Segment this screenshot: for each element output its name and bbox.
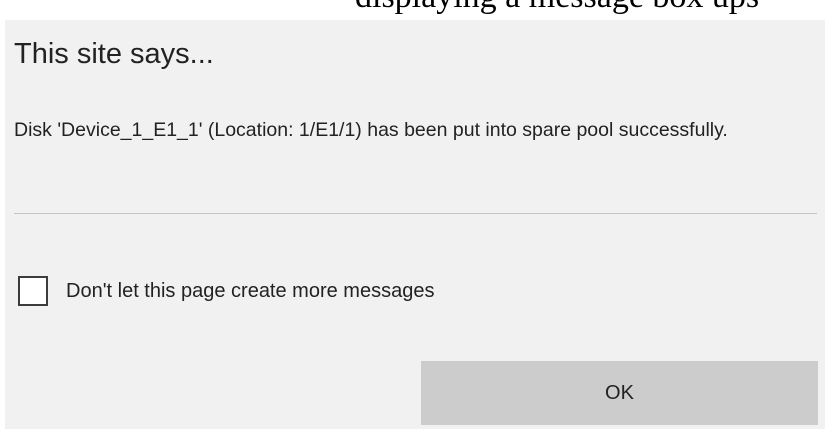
dialog-divider [14,213,817,214]
suppress-messages-checkbox[interactable] [18,276,48,306]
ok-button[interactable]: OK [421,361,818,425]
suppress-messages-label[interactable]: Don't let this page create more messages [66,280,434,303]
dialog-title: This site says... [14,38,214,70]
alert-dialog: This site says... Disk 'Device_1_E1_1' (… [5,20,825,429]
background-page-strip: displaying a message box ups [0,0,825,20]
background-page-text: displaying a message box ups [355,0,759,16]
suppress-messages-row[interactable]: Don't let this page create more messages [18,274,434,308]
dialog-message: Disk 'Device_1_E1_1' (Location: 1/E1/1) … [14,119,728,141]
